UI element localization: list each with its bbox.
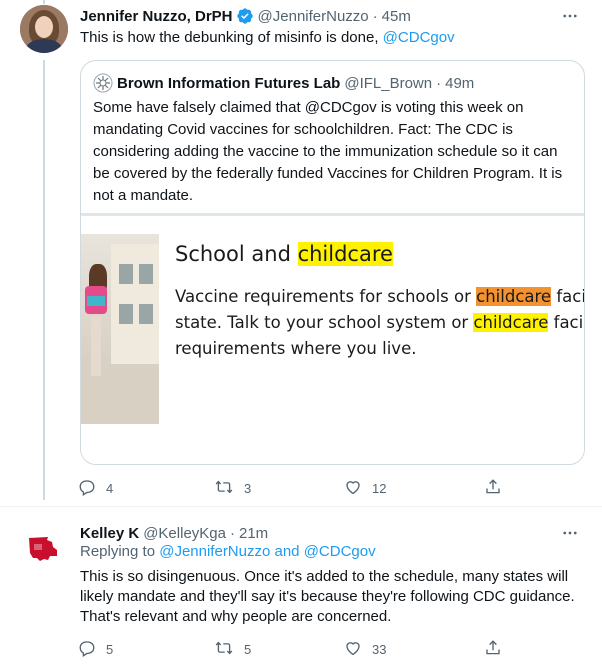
tweet-text-content: This is how the debunking of misinfo is … [80, 29, 383, 46]
image-line-2: state. Talk to your school system or chi… [175, 310, 584, 336]
retweet-count: 3 [244, 480, 252, 496]
quoted-media-image[interactable]: School and childcare Vaccine requirement… [81, 213, 584, 464]
share-icon [484, 478, 502, 499]
share-icon [484, 639, 502, 660]
retweet-button[interactable]: 5 [214, 639, 251, 660]
replying-and[interactable]: and [270, 543, 303, 560]
image-line-1-text: Vaccine requirements for schools or [175, 287, 477, 306]
like-icon [344, 639, 362, 660]
quoted-tweet[interactable]: Brown Information Futures Lab @IFL_Brown… [80, 60, 585, 465]
image-line-1-suffix: facil [556, 287, 584, 306]
tweet-text: This is so disingenuous. Once it's added… [80, 568, 575, 625]
tweet-text: This is how the debunking of misinfo is … [80, 28, 580, 48]
quoted-tweet-header: Brown Information Futures Lab @IFL_Brown… [93, 73, 474, 93]
reply-count: 4 [106, 480, 114, 496]
image-body-text: Vaccine requirements for schools or chil… [175, 284, 584, 362]
retweet-button[interactable]: 3 [214, 478, 251, 499]
tweet-kelley-k[interactable]: Kelley K @KelleyKga · 21m Replying to @J… [0, 506, 602, 665]
replying-label: Replying to [80, 543, 160, 560]
image-title-highlight: childcare [297, 242, 393, 266]
retweet-icon [214, 639, 234, 660]
share-button[interactable] [484, 639, 502, 660]
reply-icon [78, 639, 96, 660]
like-button[interactable]: 12 [344, 478, 386, 499]
reply-count: 5 [106, 641, 114, 657]
replying-to: Replying to @JenniferNuzzo and @CDCgov [80, 543, 376, 560]
image-title-text: School and [175, 242, 298, 266]
image-line-2-text: state. Talk to your school system or [175, 313, 474, 332]
quoted-avatar[interactable] [93, 73, 113, 93]
verified-icon [236, 7, 254, 25]
retweet-count: 5 [244, 641, 252, 657]
author-handle[interactable]: @KelleyKga [143, 525, 226, 542]
avatar[interactable] [20, 5, 68, 53]
replying-user-cdc[interactable]: @CDCgov [304, 543, 376, 560]
image-line-1: Vaccine requirements for schools or chil… [175, 284, 584, 310]
author-handle[interactable]: @JenniferNuzzo [258, 8, 369, 25]
quoted-author-name[interactable]: Brown Information Futures Lab [117, 75, 340, 92]
like-count: 12 [372, 480, 387, 496]
mention-link[interactable]: @CDCgov [383, 29, 455, 46]
author-name[interactable]: Jennifer Nuzzo, DrPH [80, 8, 233, 25]
separator-dot: · [229, 524, 235, 542]
image-line-3: requirements where you live. [175, 339, 417, 358]
separator-dot: · [436, 74, 442, 92]
quoted-author-handle[interactable]: @IFL_Brown [344, 75, 432, 92]
like-count: 33 [372, 641, 387, 657]
quoted-tweet-text: Some have falsely claimed that @CDCgov i… [93, 99, 563, 204]
reply-icon [78, 478, 96, 499]
image-title: School and childcare [175, 242, 393, 266]
schoolgirl-photo [81, 234, 159, 424]
retweet-icon [214, 478, 234, 499]
avatar[interactable] [20, 523, 68, 571]
like-icon [344, 478, 362, 499]
image-line-1-highlight: childcare [476, 287, 552, 306]
tweet-header: Kelley K @KelleyKga · 21m [80, 523, 268, 543]
reply-button[interactable]: 5 [78, 639, 113, 660]
more-icon[interactable] [560, 525, 580, 541]
replying-user-jennifer[interactable]: @JenniferNuzzo [159, 543, 270, 560]
share-button[interactable] [484, 478, 502, 499]
tweet-jennifer-nuzzo[interactable]: Jennifer Nuzzo, DrPH @JenniferNuzzo · 45… [0, 0, 602, 506]
quoted-timestamp[interactable]: 49m [445, 75, 474, 92]
image-line-2-suffix: faciliti [553, 313, 584, 332]
timestamp[interactable]: 45m [382, 8, 411, 25]
timestamp[interactable]: 21m [239, 525, 268, 542]
tweet-header: Jennifer Nuzzo, DrPH @JenniferNuzzo · 45… [80, 6, 411, 26]
more-icon[interactable] [560, 8, 580, 24]
separator-dot: · [372, 7, 378, 25]
author-name[interactable]: Kelley K [80, 525, 139, 542]
reply-button[interactable]: 4 [78, 478, 113, 499]
like-button[interactable]: 33 [344, 639, 386, 660]
image-line-2-highlight: childcare [473, 313, 549, 332]
